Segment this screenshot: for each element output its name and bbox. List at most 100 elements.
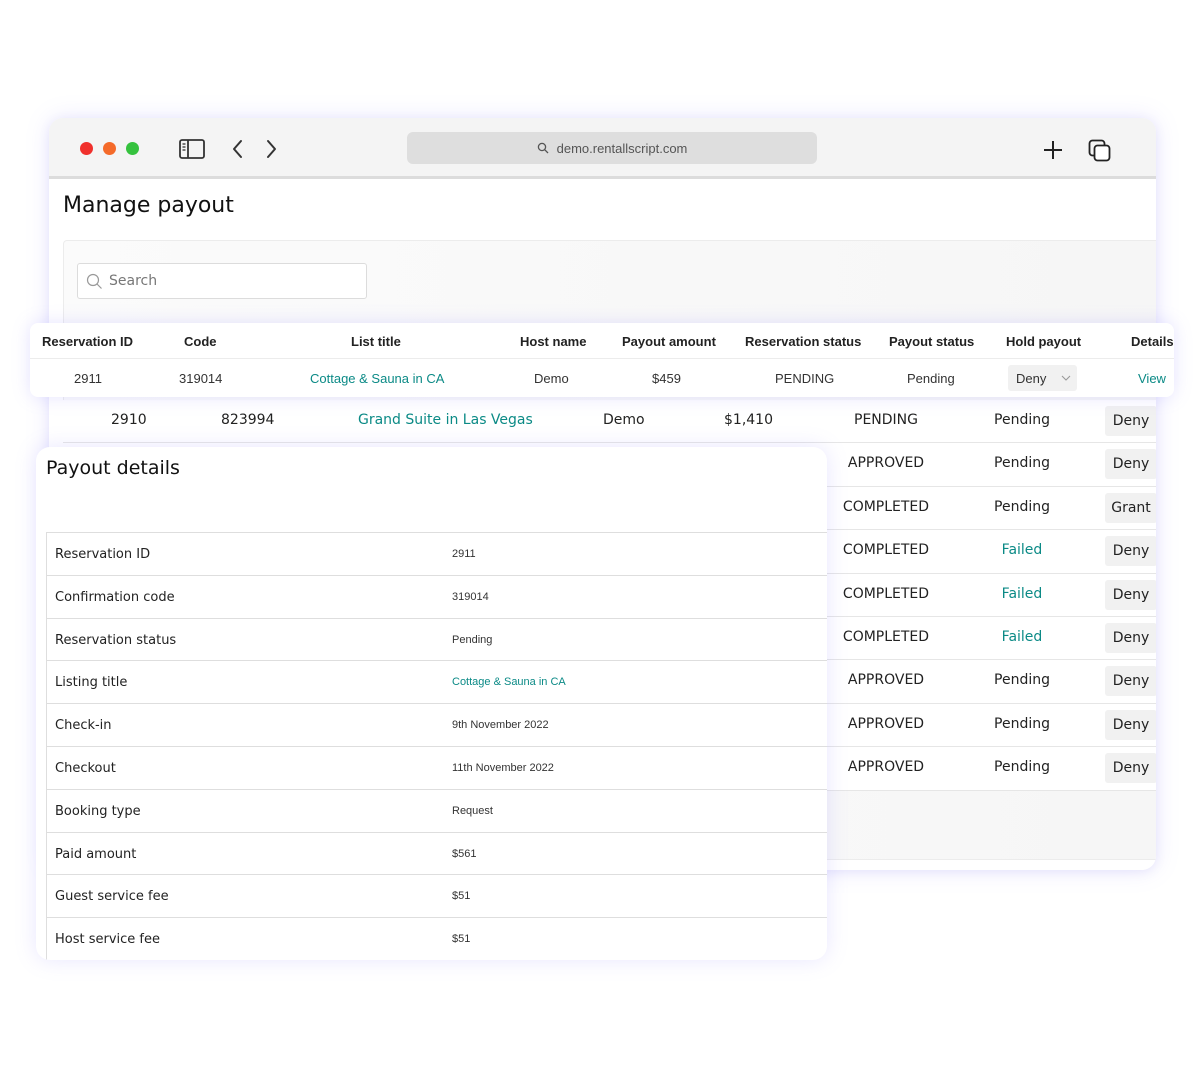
cell-payout-status: Pending (907, 371, 955, 386)
details-row: Checkout 11th November 2022 (47, 747, 827, 790)
cell-payout-status: Pending (994, 455, 1050, 472)
hold-payout-select[interactable]: Deny (1105, 449, 1156, 480)
cell-payout-status: Pending (994, 715, 1050, 732)
details-label: Listing title (55, 675, 128, 691)
details-row: Listing title Cottage & Sauna in CA (47, 661, 827, 705)
search-input[interactable] (109, 273, 349, 289)
page-title: Manage payout (63, 193, 234, 218)
cell-payout-amount: $459 (652, 371, 681, 386)
details-label: Check-in (55, 718, 112, 734)
hold-payout-select[interactable]: Deny (1105, 579, 1156, 610)
details-row: Reservation ID 2911 (47, 533, 827, 576)
hold-payout-select[interactable]: Deny (1105, 406, 1156, 436)
details-value: Pending (452, 633, 493, 646)
back-arrow-icon[interactable] (230, 138, 246, 160)
cell-reservation-status: APPROVED (847, 715, 925, 732)
cell-reservation-status: APPROVED (847, 672, 925, 689)
header-reservation-status: Reservation status (745, 334, 862, 349)
cell-reservation-status: COMPLETED (842, 498, 930, 515)
view-details-link[interactable]: View (1138, 371, 1166, 386)
details-label: Reservation ID (55, 547, 151, 562)
chevron-down-icon (1061, 375, 1071, 381)
hold-payout-select[interactable]: Deny (1105, 753, 1156, 784)
cell-payout-status: Pending (994, 498, 1050, 515)
hold-payout-value: Deny (1016, 370, 1047, 386)
cell-payout-status: Failed (1001, 585, 1043, 602)
forward-arrow-icon[interactable] (263, 138, 279, 160)
details-row: Reservation status Pending (47, 619, 827, 662)
hold-payout-select[interactable]: Deny (1008, 365, 1077, 391)
cell-code: 319014 (179, 371, 223, 386)
header-list-title: List title (351, 334, 401, 349)
cell-reservation-status: PENDING (854, 412, 918, 428)
cell-payout-status: Failed (1001, 542, 1043, 559)
cell-payout-status: Pending (994, 759, 1050, 776)
cell-reservation-status: COMPLETED (842, 628, 930, 645)
search-field[interactable] (77, 263, 367, 299)
cell-payout-status: Failed (1001, 628, 1043, 645)
details-value: Request (452, 804, 493, 817)
listing-title-link[interactable]: Cottage & Sauna in CA (452, 676, 566, 688)
details-label: Guest service fee (55, 889, 169, 905)
header-payout-status: Payout status (889, 334, 975, 349)
header-host-name: Host name (520, 334, 587, 349)
header-details: Details (1131, 334, 1174, 349)
cell-list-title-link[interactable]: Cottage & Sauna in CA (310, 371, 444, 386)
cell-host-name: Demo (534, 371, 569, 386)
new-tab-plus-icon[interactable] (1042, 139, 1064, 161)
cell-host-name: Demo (603, 412, 645, 428)
details-title: Payout details (46, 457, 180, 479)
details-label: Confirmation code (55, 589, 175, 605)
details-value: 9th November 2022 (452, 719, 549, 732)
search-icon (86, 273, 102, 289)
details-table: Reservation ID 2911 Confirmation code 31… (46, 532, 827, 960)
details-row: Booking type Request (47, 790, 827, 833)
details-label: Checkout (55, 760, 116, 776)
details-value: 2911 (452, 548, 476, 560)
header-code: Code (184, 334, 217, 349)
hold-payout-select[interactable]: Grant (1105, 492, 1156, 523)
details-value: $51 (452, 890, 471, 903)
tab-overview-icon[interactable] (1088, 139, 1112, 163)
details-label: Host service fee (55, 932, 161, 948)
sidebar-toggle-icon[interactable] (179, 139, 205, 159)
details-row: Paid amount $561 (47, 833, 827, 876)
minimize-window-button[interactable] (103, 142, 116, 155)
header-payout-amount: Payout amount (622, 334, 716, 349)
details-label: Booking type (55, 803, 141, 819)
address-bar[interactable]: demo.rentallscript.com (407, 132, 817, 164)
cell-code: 823994 (221, 412, 275, 428)
hold-payout-select[interactable]: Deny (1105, 709, 1156, 740)
details-value: $51 (452, 933, 471, 946)
table-row: 2910 823994 Grand Suite in Las Vegas Dem… (63, 400, 1156, 444)
header-divider (30, 358, 1174, 359)
maximize-window-button[interactable] (126, 142, 139, 155)
cell-reservation-status: PENDING (775, 371, 835, 386)
cell-payout-status: Pending (994, 672, 1050, 689)
details-row: Host service fee $51 (47, 918, 827, 960)
hold-payout-select[interactable]: Deny (1105, 536, 1156, 567)
cell-reservation-status: APPROVED (847, 759, 925, 776)
hold-payout-select[interactable]: Deny (1105, 622, 1156, 653)
hold-payout-select[interactable]: Deny (1105, 666, 1156, 697)
details-label: Paid amount (55, 846, 137, 862)
close-window-button[interactable] (80, 142, 93, 155)
details-value: 11th November 2022 (452, 761, 554, 774)
cell-reservation-id: 2910 (111, 412, 147, 428)
cell-reservation-status: APPROVED (847, 455, 925, 472)
header-reservation-id: Reservation ID (42, 334, 134, 349)
cell-payout-status: Pending (994, 412, 1050, 428)
cell-list-title-link[interactable]: Grand Suite in Las Vegas (358, 412, 533, 428)
cell-payout-amount: $1,410 (724, 412, 773, 428)
cell-reservation-status: COMPLETED (842, 542, 930, 559)
details-row: Confirmation code 319014 (47, 576, 827, 619)
header-hold-payout: Hold payout (1006, 334, 1082, 349)
highlighted-table-card: Reservation ID Code List title Host name… (30, 323, 1174, 397)
details-row: Check-in 9th November 2022 (47, 704, 827, 747)
address-url: demo.rentallscript.com (556, 140, 688, 156)
details-row: Guest service fee $51 (47, 875, 827, 919)
search-icon (537, 142, 549, 154)
details-label: Reservation status (55, 632, 177, 648)
details-value: 319014 (452, 590, 489, 603)
cell-reservation-id: 2911 (74, 371, 102, 386)
